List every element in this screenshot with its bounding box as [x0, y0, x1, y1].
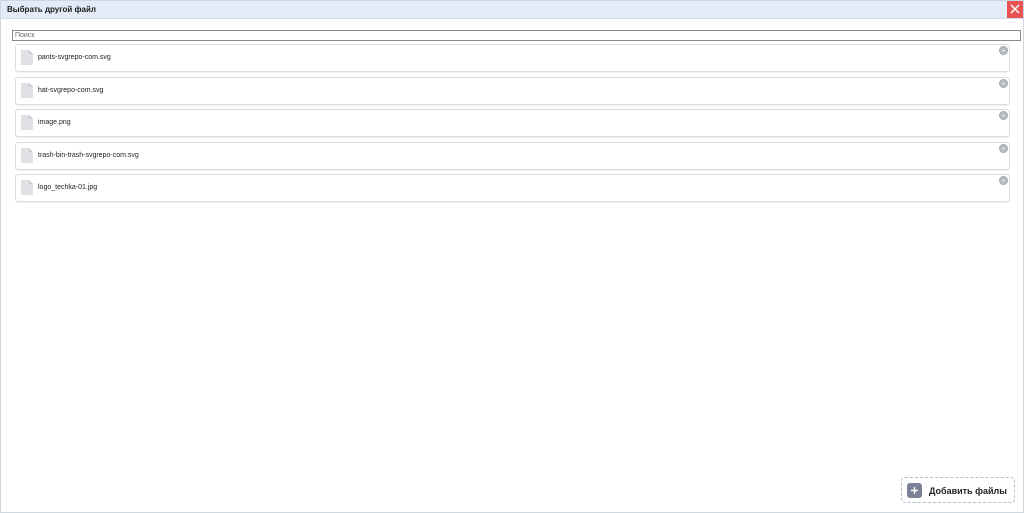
file-name: hat-svgrepo-com.svg: [38, 86, 104, 94]
file-icon: [21, 50, 33, 65]
file-list-item[interactable]: hat-svgrepo-com.svg: [15, 76, 1010, 105]
search-input[interactable]: [12, 30, 1021, 41]
file-name: trash-bin-trash-svgrepo-com.svg: [38, 151, 139, 159]
file-list-item[interactable]: pants-svgrepo-com.svg: [15, 44, 1010, 72]
add-files-label: Добавить файлы: [929, 486, 1007, 496]
plus-icon: [907, 483, 922, 498]
file-name: image.png: [38, 119, 71, 126]
close-button[interactable]: [1007, 1, 1023, 18]
dialog-titlebar: Выбрать другой файл: [1, 1, 1023, 19]
file-list: pants-svgrepo-com.svg hat-svgrepo-com.sv…: [15, 44, 1010, 207]
file-name: logo_techka-01.jpg: [38, 184, 98, 191]
file-icon: [21, 147, 33, 163]
file-picker-dialog: Выбрать другой файл pants-svgrepo-com.sv…: [0, 0, 1024, 513]
file-icon: [21, 115, 33, 130]
remove-file-button[interactable]: [999, 143, 1008, 153]
file-list-item[interactable]: image.png: [15, 109, 1010, 137]
file-name: pants-svgrepo-com.svg: [38, 54, 111, 61]
remove-file-button[interactable]: [999, 111, 1008, 120]
remove-file-button[interactable]: [999, 78, 1008, 88]
file-list-item[interactable]: logo_techka-01.jpg: [15, 174, 1010, 202]
file-icon: [21, 82, 33, 98]
file-list-item[interactable]: trash-bin-trash-svgrepo-com.svg: [15, 141, 1010, 170]
close-icon: [1010, 4, 1020, 14]
dialog-title: Выбрать другой файл: [7, 5, 96, 14]
remove-file-button[interactable]: [999, 46, 1008, 55]
file-icon: [21, 180, 33, 195]
remove-file-button[interactable]: [999, 176, 1008, 185]
add-files-button[interactable]: Добавить файлы: [901, 477, 1015, 503]
